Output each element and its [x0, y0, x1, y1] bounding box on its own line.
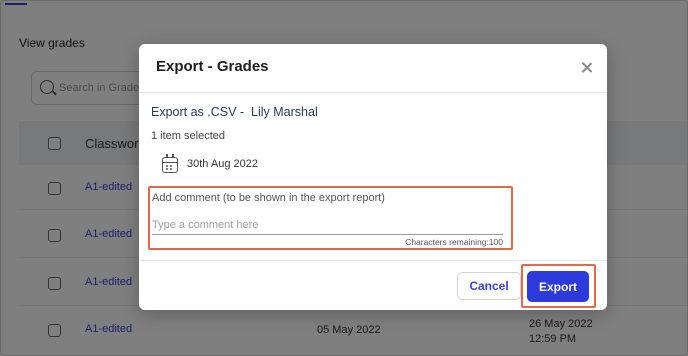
comment-label: Add comment (to be shown in the export r… — [152, 192, 385, 204]
export-date: 30th Aug 2022 — [187, 158, 258, 170]
footer-divider — [139, 260, 607, 261]
calendar-icon — [162, 154, 178, 173]
comment-input[interactable] — [152, 215, 503, 235]
export-dialog: Export - Grades Export as .CSV - Lily Ma… — [139, 44, 607, 310]
export-button[interactable]: Export — [527, 271, 589, 302]
close-icon[interactable] — [579, 60, 595, 76]
dialog-title: Export - Grades — [156, 58, 269, 75]
characters-remaining: Characters remaining:100 — [405, 237, 503, 247]
export-format-student: Export as .CSV - Lily Marshal — [151, 105, 318, 119]
header-divider — [139, 92, 607, 93]
cancel-button[interactable]: Cancel — [457, 272, 521, 300]
selection-count: 1 item selected — [151, 130, 225, 142]
